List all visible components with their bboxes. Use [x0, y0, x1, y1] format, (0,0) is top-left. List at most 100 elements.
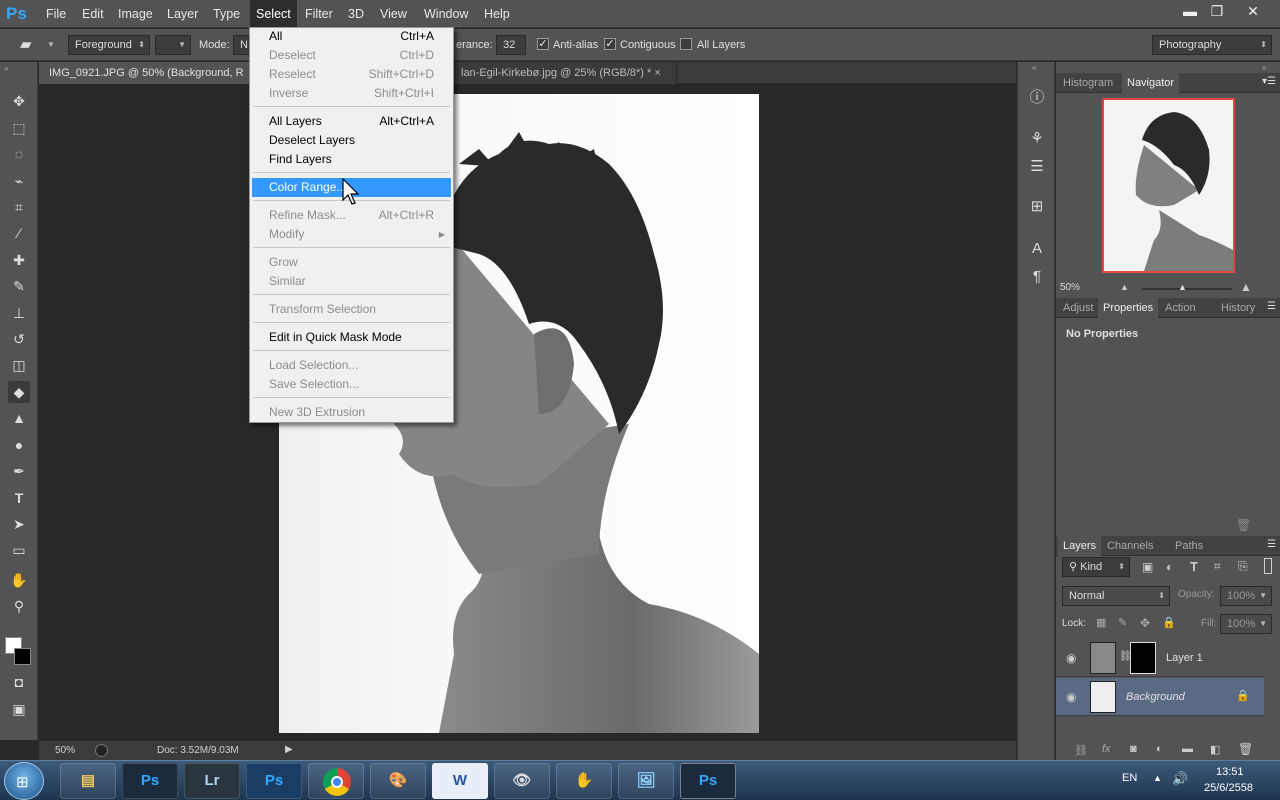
paint-bucket-tool-icon[interactable]: ◆ [8, 381, 30, 403]
zoom-tool-icon[interactable]: ⚲ [8, 595, 30, 617]
chevron-down-icon[interactable]: ▼ [47, 40, 55, 49]
menu-option-quick-mask[interactable]: Edit in Quick Mask Mode [252, 328, 451, 347]
layer-row-background[interactable]: ◉ Background 🔒 [1056, 678, 1264, 716]
start-button[interactable]: ⊞ [4, 762, 44, 800]
tab-histogram[interactable]: Histogram [1058, 73, 1118, 93]
tab-kirkebo[interactable]: lan-Egil-Kirkebø.jpg @ 25% (RGB/8*) * × [451, 62, 677, 84]
lock-transparent-icon[interactable]: ▦ [1096, 616, 1106, 629]
lock-position-icon[interactable]: ✥ [1140, 616, 1150, 630]
zoom-in-icon[interactable]: ▲ [1240, 280, 1252, 294]
blend-mode-dropdown[interactable]: Normal ⬍ [1062, 586, 1170, 606]
filter-shape-icon[interactable]: ⌗ [1214, 559, 1221, 574]
brush-tool-icon[interactable]: ✎ [8, 275, 30, 297]
navigator-thumbnail[interactable] [1102, 98, 1235, 273]
new-group-icon[interactable]: ▬ [1182, 743, 1193, 755]
fx-icon[interactable]: fx [1102, 743, 1111, 755]
taskbar-lightroom[interactable]: Lr [184, 763, 240, 799]
tab-channels[interactable]: Channels [1102, 536, 1158, 556]
filter-type-icon[interactable]: T [1190, 559, 1198, 574]
filter-pixel-icon[interactable]: ▣ [1142, 560, 1153, 574]
language-indicator[interactable]: EN [1122, 772, 1137, 784]
filter-adjustment-icon[interactable]: ◐ [1166, 560, 1173, 574]
eyedropper-tool-icon[interactable]: ⁄ [8, 222, 30, 244]
taskbar-photoshop-2[interactable]: Ps [246, 763, 302, 799]
paint-bucket-icon[interactable]: ▰ [20, 35, 42, 55]
lock-all-icon[interactable]: 🔒 [1162, 616, 1176, 629]
background-color-swatch[interactable] [14, 648, 31, 665]
tab-navigator[interactable]: Navigator [1122, 73, 1180, 93]
contiguous-checkbox[interactable]: ✓ [604, 38, 616, 50]
menu-option-deselect[interactable]: Deselect Ctrl+D [252, 46, 451, 65]
layer-name[interactable]: Layer 1 [1166, 652, 1203, 664]
menu-option-transform-selection[interactable]: Transform Selection [252, 300, 451, 319]
menu-option-modify[interactable]: Modify ▶ [252, 225, 451, 244]
crop-tool-icon[interactable]: ⌗ [8, 196, 30, 218]
add-mask-icon[interactable]: ◙ [1130, 743, 1137, 755]
fill-input[interactable]: 100% ▼ [1220, 614, 1272, 634]
info-icon[interactable]: ⓘ [1026, 87, 1048, 109]
menu-filter[interactable]: Filter [299, 0, 339, 28]
menu-option-save-selection[interactable]: Save Selection... [252, 375, 451, 394]
lasso-tool-icon[interactable]: ◌ [8, 143, 30, 165]
panel-menu-icon[interactable]: ☰ [1267, 301, 1276, 312]
menu-option-reselect[interactable]: Reselect Shift+Ctrl+D [252, 65, 451, 84]
quick-select-tool-icon[interactable]: ⌁ [8, 170, 30, 192]
character-icon[interactable]: A [1026, 238, 1048, 260]
taskbar-explorer-icon[interactable]: ▤ [60, 763, 116, 799]
menu-option-all[interactable]: All Ctrl+A [252, 27, 451, 46]
move-tool-icon[interactable]: ✥ [8, 90, 30, 112]
tab-close-icon[interactable]: × [654, 67, 660, 79]
quick-mask-icon[interactable]: ◘ [8, 671, 30, 693]
layer-row-layer-1[interactable]: ◉ ⛓ Layer 1 [1056, 639, 1264, 677]
menu-option-new-3d-extrusion[interactable]: New 3D Extrusion [252, 403, 451, 422]
pattern-dropdown[interactable]: ▼ [155, 35, 191, 55]
menu-help[interactable]: Help [478, 0, 516, 28]
menu-view[interactable]: View [374, 0, 413, 28]
dodge-tool-icon[interactable]: ● [8, 434, 30, 456]
collapse-icon[interactable]: » [4, 64, 8, 73]
filter-toggle[interactable] [1264, 558, 1272, 574]
menu-option-inverse[interactable]: Inverse Shift+Ctrl+I [252, 84, 451, 103]
menu-layer[interactable]: Layer [161, 0, 204, 28]
taskbar-photo-viewer-icon[interactable]: 🖼 [618, 763, 674, 799]
panel-menu-icon[interactable]: ▾☰ [1262, 76, 1276, 87]
delete-layer-icon[interactable]: 🗑 [1238, 742, 1253, 756]
clock-date[interactable]: 25/6/2558 [1204, 782, 1253, 794]
tray-expand-icon[interactable]: ▲ [1153, 773, 1162, 783]
close-button[interactable]: ✕ [1238, 0, 1268, 22]
paragraph-icon[interactable]: ¶ [1026, 266, 1048, 288]
volume-icon[interactable]: 🔊 [1172, 771, 1188, 787]
taskbar-eye-app-icon[interactable]: 👁 [494, 763, 550, 799]
layer-name[interactable]: Background [1126, 691, 1185, 703]
menu-option-find-layers[interactable]: Find Layers [252, 150, 451, 169]
zoom-level[interactable]: 50% [55, 745, 75, 756]
tolerance-input[interactable]: 32 [496, 35, 526, 55]
restore-button[interactable]: ❐ [1202, 0, 1232, 22]
eye-icon[interactable]: ◉ [1066, 651, 1076, 665]
status-arrow-icon[interactable]: ▶ [285, 744, 293, 755]
tab-img-0921[interactable]: IMG_0921.JPG @ 50% (Background, R [39, 62, 253, 84]
tab-properties[interactable]: Properties [1098, 298, 1159, 318]
menu-option-all-layers[interactable]: All Layers Alt+Ctrl+A [252, 112, 451, 131]
tab-adjustments[interactable]: Adjust [1058, 298, 1099, 318]
pen-tool-icon[interactable]: ✒ [8, 460, 30, 482]
new-layer-icon[interactable]: ◧ [1210, 743, 1220, 756]
menu-window[interactable]: Window [418, 0, 474, 28]
trash-icon[interactable]: 🗑 [1236, 518, 1251, 532]
shape-tool-icon[interactable]: ▭ [8, 539, 30, 561]
layer-filter-dropdown[interactable]: ⚲ Kind ⬍ [1062, 557, 1130, 577]
link-layers-icon[interactable]: ⛓ [1074, 744, 1088, 757]
opacity-input[interactable]: 100% ▼ [1220, 586, 1272, 606]
new-adjustment-icon[interactable]: ◐ [1156, 743, 1163, 755]
navigator-zoom[interactable]: 50% [1060, 282, 1080, 293]
menu-edit[interactable]: Edit [76, 0, 110, 28]
workspace-dropdown[interactable]: Photography ⬍ [1152, 35, 1272, 55]
taskbar-chrome[interactable] [308, 763, 364, 799]
tab-actions[interactable]: Action [1160, 298, 1201, 318]
screen-mode-icon[interactable]: ▣ [8, 698, 30, 720]
menu-option-similar[interactable]: Similar [252, 272, 451, 291]
collapse-icon[interactable]: » [1262, 63, 1266, 72]
blur-tool-icon[interactable]: ▲ [8, 407, 30, 429]
collapse-icon[interactable]: « [1032, 63, 1036, 72]
fill-source-dropdown[interactable]: Foreground ⬍ [68, 35, 150, 55]
